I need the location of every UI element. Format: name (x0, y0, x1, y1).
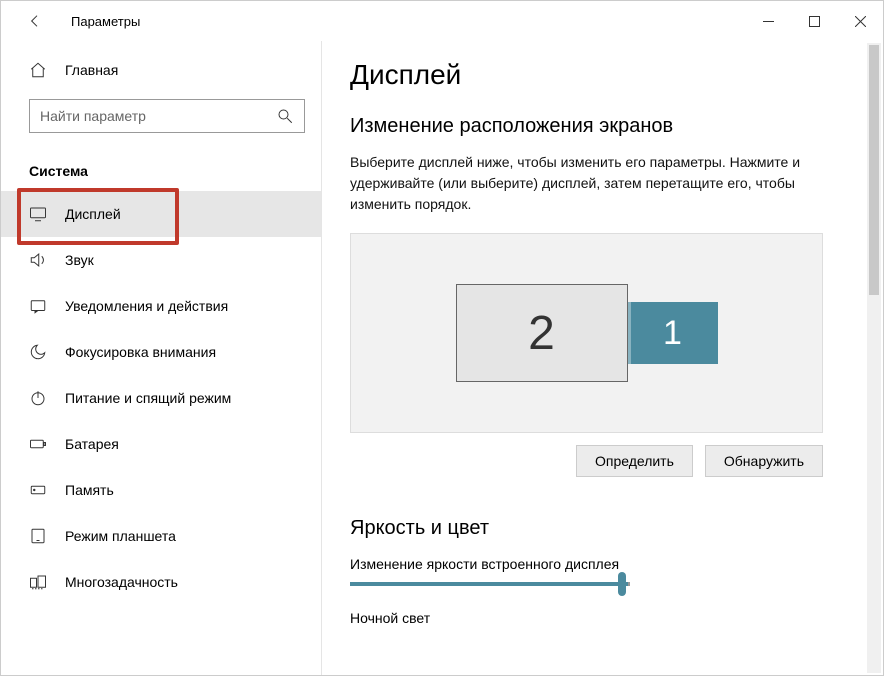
battery-icon (29, 435, 47, 453)
display-arrangement[interactable]: 2 1 (350, 233, 823, 433)
window-title: Параметры (71, 14, 140, 29)
tablet-icon (29, 527, 47, 545)
sidebar: Главная Система Дисплей Звук Уведомления… (1, 41, 321, 675)
back-button[interactable] (19, 5, 51, 37)
window-controls (745, 5, 883, 37)
sidebar-item-label: Многозадачность (65, 574, 178, 590)
sidebar-item-label: Дисплей (65, 206, 121, 222)
notifications-icon (29, 297, 47, 315)
monitor-2[interactable]: 2 (456, 284, 628, 382)
brightness-label: Изменение яркости встроенного дисплея (350, 556, 823, 572)
multitasking-icon (29, 573, 47, 591)
night-light-label: Ночной свет (350, 610, 823, 626)
sidebar-item-display[interactable]: Дисплей (1, 191, 321, 237)
storage-icon (29, 481, 47, 499)
sidebar-item-label: Память (65, 482, 114, 498)
sidebar-home[interactable]: Главная (1, 51, 321, 89)
sidebar-item-notifications[interactable]: Уведомления и действия (1, 283, 321, 329)
search-input[interactable] (40, 108, 276, 124)
main-content: Дисплей Изменение расположения экранов В… (321, 41, 883, 675)
titlebar: Параметры (1, 1, 883, 41)
arrange-section-title: Изменение расположения экранов (350, 115, 823, 138)
scrollbar-thumb[interactable] (869, 45, 879, 295)
sidebar-item-focus[interactable]: Фокусировка внимания (1, 329, 321, 375)
scrollbar[interactable] (867, 43, 881, 673)
sidebar-section-header: Система (1, 147, 321, 191)
sidebar-item-tablet[interactable]: Режим планшета (1, 513, 321, 559)
search-box[interactable] (29, 99, 305, 133)
sidebar-item-power[interactable]: Питание и спящий режим (1, 375, 321, 421)
sidebar-item-label: Режим планшета (65, 528, 176, 544)
arrange-section-desc: Выберите дисплей ниже, чтобы изменить ег… (350, 152, 823, 215)
sidebar-item-label: Батарея (65, 436, 119, 452)
power-icon (29, 389, 47, 407)
sidebar-item-label: Уведомления и действия (65, 298, 228, 314)
sidebar-item-storage[interactable]: Память (1, 467, 321, 513)
sidebar-item-label: Звук (65, 252, 94, 268)
sidebar-item-label: Питание и спящий режим (65, 390, 231, 406)
monitor-label: 2 (528, 306, 555, 361)
sidebar-item-sound[interactable]: Звук (1, 237, 321, 283)
sidebar-item-battery[interactable]: Батарея (1, 421, 321, 467)
brightness-slider-thumb[interactable] (618, 572, 626, 596)
home-icon (29, 61, 47, 79)
maximize-button[interactable] (791, 5, 837, 37)
page-title: Дисплей (350, 59, 823, 91)
monitor-1[interactable]: 1 (628, 302, 718, 364)
sidebar-item-label: Фокусировка внимания (65, 344, 216, 360)
detect-button[interactable]: Обнаружить (705, 445, 823, 477)
brightness-slider[interactable] (350, 582, 628, 586)
focus-icon (29, 343, 47, 361)
sidebar-home-label: Главная (65, 62, 118, 78)
search-icon (276, 107, 294, 125)
sound-icon (29, 251, 47, 269)
minimize-button[interactable] (745, 5, 791, 37)
display-buttons: Определить Обнаружить (350, 445, 823, 477)
brightness-section-title: Яркость и цвет (350, 517, 823, 540)
display-icon (29, 205, 47, 223)
sidebar-item-multitasking[interactable]: Многозадачность (1, 559, 321, 605)
monitor-label: 1 (663, 314, 682, 353)
close-button[interactable] (837, 5, 883, 37)
identify-button[interactable]: Определить (576, 445, 693, 477)
